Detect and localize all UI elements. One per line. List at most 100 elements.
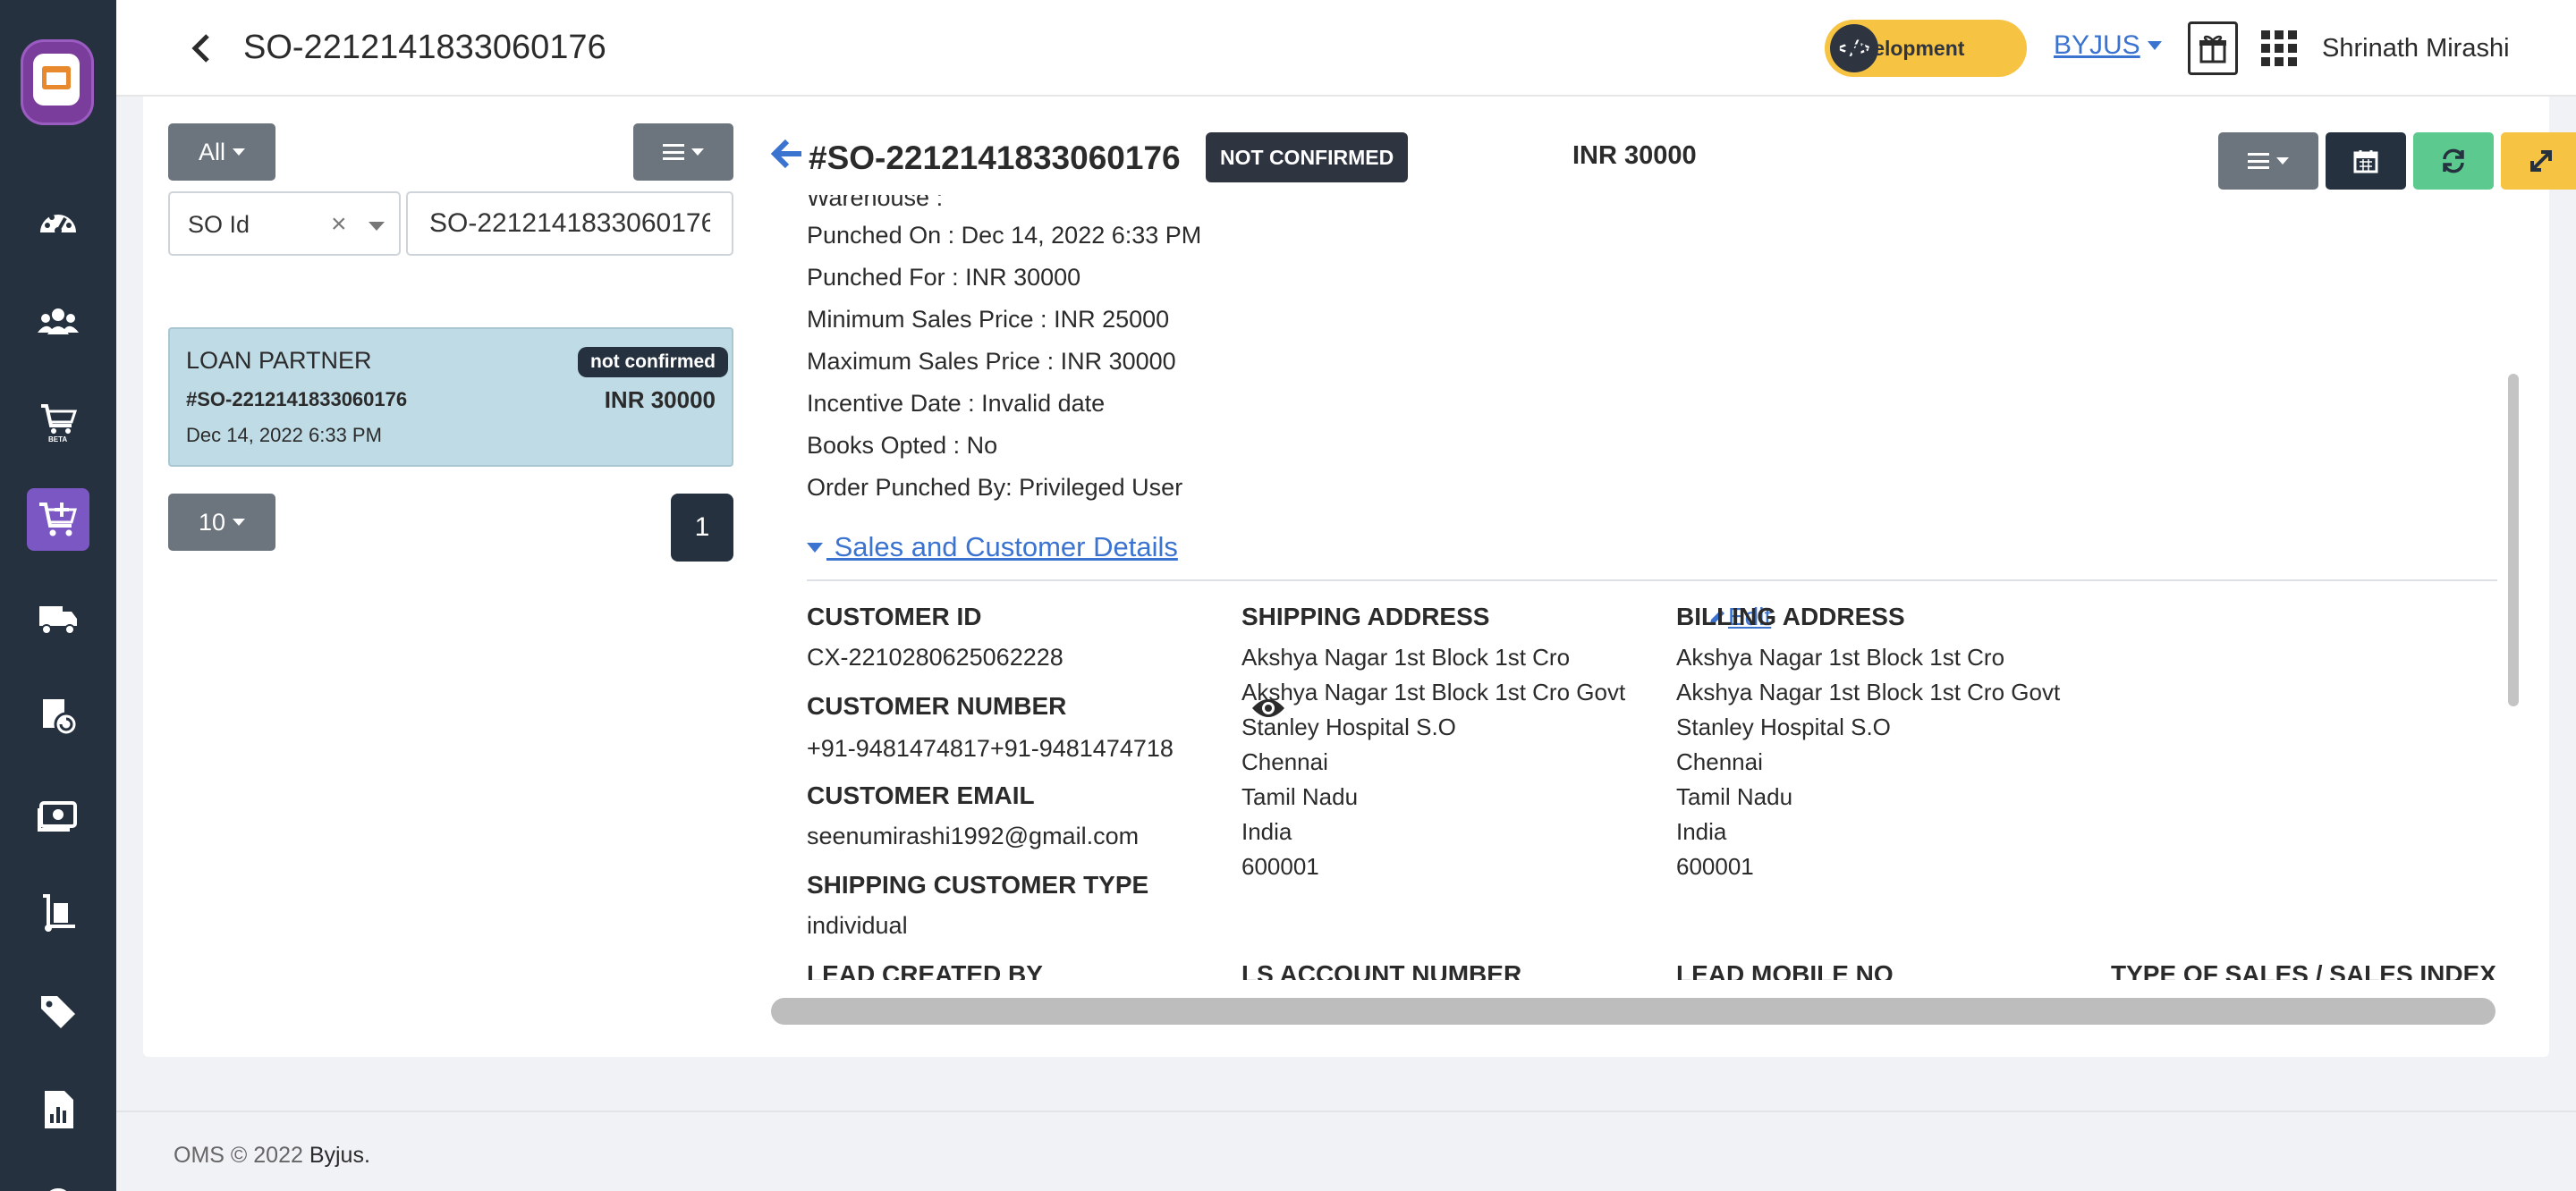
info-punched-by: Order Punched By: Privileged User xyxy=(807,474,1183,501)
search-field-select[interactable]: SO Id × xyxy=(168,191,401,256)
beta-cart-icon[interactable]: BETA xyxy=(27,390,89,452)
section-title: Sales and Customer Details xyxy=(826,531,1178,562)
customer-email: seenumirashi1992@gmail.com xyxy=(807,823,1140,849)
order-amount: INR 30000 xyxy=(604,386,716,413)
address-line: Tamil Nadu xyxy=(1676,783,1793,810)
info-punched-on: Punched On : Dec 14, 2022 6:33 PM xyxy=(807,222,1202,249)
customer-id: CX-2210280625062228 xyxy=(807,644,1063,671)
apps-grid-icon[interactable] xyxy=(2261,30,2297,66)
order-list-item[interactable]: LOAN PARTNER not confirmed #SO-221214183… xyxy=(168,327,733,467)
org-label: BYJUS xyxy=(2054,30,2140,60)
status-badge: NOT CONFIRMED xyxy=(1206,132,1409,182)
per-page-label: 10 xyxy=(198,508,226,536)
ls-account-label: LS ACCOUNT NUMBER xyxy=(1241,960,1522,980)
sidebar: BETA xyxy=(0,0,116,1191)
billing-address: Akshya Nagar 1st Block 1st Cro Akshya Na… xyxy=(1676,640,2060,884)
footer: OMS © 2022 Byjus. xyxy=(174,1143,370,1169)
info-max-price: Maximum Sales Price : INR 30000 xyxy=(807,348,1176,375)
vertical-scrollbar[interactable] xyxy=(2508,374,2519,706)
caret-down-icon xyxy=(2276,157,2289,165)
status-badge: not confirmed xyxy=(578,347,728,377)
shipping-address-label: SHIPPING ADDRESS xyxy=(1241,603,1490,630)
hand-truck-icon[interactable] xyxy=(27,882,89,944)
actions-menu-button[interactable] xyxy=(2218,132,2318,190)
detail-order-id: #SO-2212141833060176 xyxy=(809,139,1181,176)
shipping-type-label: SHIPPING CUSTOMER TYPE xyxy=(807,871,1149,899)
more-icon[interactable] xyxy=(27,1171,89,1191)
info-incentive-date: Incentive Date : Invalid date xyxy=(807,390,1106,417)
detail-amount: INR 30000 xyxy=(1572,141,1697,170)
hamburger-icon xyxy=(663,144,684,160)
address-line: Stanley Hospital S.O xyxy=(1241,714,1456,740)
caret-down-icon xyxy=(233,519,246,526)
page-title: SO-2212141833060176 xyxy=(243,29,606,66)
address-line: India xyxy=(1676,818,1727,845)
sales-customer-section-toggle[interactable]: Sales and Customer Details xyxy=(807,531,1178,563)
lead-mobile-label: LEAD MOBILE NO xyxy=(1676,960,1894,980)
top-bar: SO-2212141833060176 </> Development BYJU… xyxy=(116,0,2576,97)
info-warehouse: Warehouse : xyxy=(807,186,944,211)
users-icon[interactable] xyxy=(27,291,89,354)
section-divider xyxy=(807,579,2497,581)
expand-button[interactable] xyxy=(2501,132,2576,190)
app-logo[interactable] xyxy=(21,39,94,125)
address-line: Chennai xyxy=(1676,748,1763,775)
arrow-left-icon[interactable] xyxy=(769,136,803,172)
address-line: India xyxy=(1241,818,1292,845)
address-line: 600001 xyxy=(1676,853,1754,880)
address-line: Tamil Nadu xyxy=(1241,783,1359,810)
type-of-sales-label: TYPE OF SALES / SALES INDEX xyxy=(2111,960,2496,980)
payments-icon[interactable] xyxy=(27,783,89,846)
refresh-icon xyxy=(2443,148,2464,173)
search-input[interactable] xyxy=(406,191,733,256)
filter-label: All xyxy=(198,138,225,165)
refresh-button[interactable] xyxy=(2413,132,2494,190)
add-cart-icon[interactable] xyxy=(27,488,89,551)
environment-badge: </> Development xyxy=(1825,20,2027,77)
caret-down-icon xyxy=(807,542,823,553)
shipping-address: Akshya Nagar 1st Block 1st Cro Akshya Na… xyxy=(1241,640,1625,884)
box-return-icon[interactable] xyxy=(27,685,89,748)
report-icon[interactable] xyxy=(27,1078,89,1141)
gift-button[interactable] xyxy=(2188,21,2238,75)
detail-body: Warehouse : Punched On : Dec 14, 2022 6:… xyxy=(769,186,2504,980)
address-line: Chennai xyxy=(1241,748,1328,775)
customer-id-label: CUSTOMER ID xyxy=(807,603,982,630)
tag-icon[interactable] xyxy=(27,980,89,1043)
customer-email-label: CUSTOMER EMAIL xyxy=(807,781,1035,809)
dashboard-icon[interactable] xyxy=(27,193,89,256)
expand-icon xyxy=(2530,150,2552,172)
chevron-down-icon[interactable] xyxy=(369,222,385,231)
main-card: All SO Id × LOAN PARTNER not confirmed #… xyxy=(143,97,2576,1057)
clear-icon[interactable]: × xyxy=(331,209,347,240)
lead-created-by-label: LEAD CREATED BY xyxy=(807,960,1043,980)
caret-down-icon xyxy=(2147,41,2162,50)
address-line: Akshya Nagar 1st Block 1st Cro xyxy=(1241,644,1571,671)
customer-number: +91-9481474817+91-9481474718 xyxy=(807,735,1174,762)
calendar-button[interactable] xyxy=(2326,132,2406,190)
delivery-truck-icon[interactable] xyxy=(27,587,89,649)
svg-text:BETA: BETA xyxy=(48,435,67,443)
address-line: 600001 xyxy=(1241,853,1319,880)
back-chevron-icon[interactable] xyxy=(188,30,215,66)
gift-icon xyxy=(2199,35,2226,63)
footer-divider xyxy=(116,1111,2576,1112)
filter-dropdown[interactable]: All xyxy=(168,123,275,181)
customer-number-label: CUSTOMER NUMBER xyxy=(807,692,1067,720)
order-id: #SO-2212141833060176 xyxy=(186,388,408,410)
horizontal-scrollbar[interactable] xyxy=(771,998,2496,1025)
info-min-price: Minimum Sales Price : INR 25000 xyxy=(807,306,1170,333)
pagination-page-1[interactable]: 1 xyxy=(671,494,733,562)
hamburger-icon xyxy=(2248,153,2269,169)
list-menu-button[interactable] xyxy=(633,123,733,181)
org-dropdown[interactable]: BYJUS xyxy=(2054,30,2162,61)
footer-text: OMS © 2022 xyxy=(174,1143,309,1168)
footer-brand-link[interactable]: Byjus. xyxy=(309,1143,370,1168)
per-page-dropdown[interactable]: 10 xyxy=(168,494,275,551)
partner-type: LOAN PARTNER xyxy=(186,347,372,374)
address-line: Akshya Nagar 1st Block 1st Cro Govt xyxy=(1241,679,1626,705)
search-field-label: SO Id xyxy=(188,211,250,238)
calendar-icon xyxy=(2353,150,2378,173)
info-punched-for: Punched For : INR 30000 xyxy=(807,264,1081,291)
user-name[interactable]: Shrinath Mirashi xyxy=(2322,34,2510,63)
